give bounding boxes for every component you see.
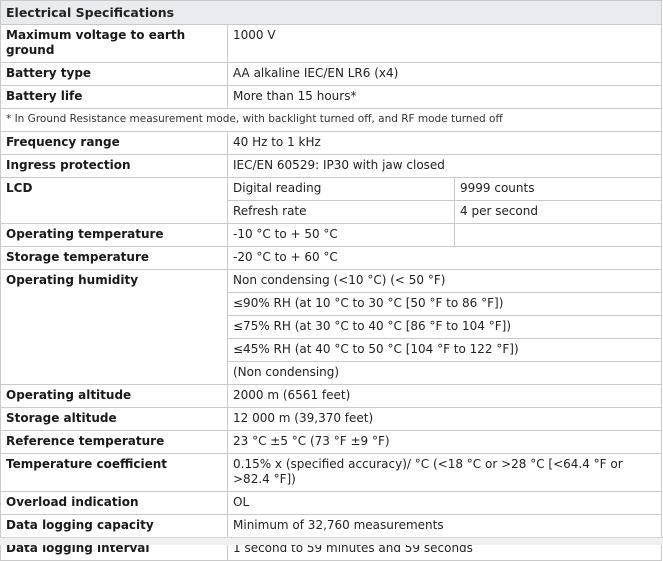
- table-row: Storage altitude 12 000 m (39,370 feet): [0, 407, 663, 431]
- table-row: Ingress protection IEC/EN 60529: IP30 wi…: [0, 154, 663, 178]
- table-header-row: Electrical Specifications: [0, 0, 663, 25]
- humidity-value: ≤45% RH (at 40 °C to 50 °C [104 °F to 12…: [226, 338, 663, 362]
- battery-footnote: * In Ground Resistance measurement mode,…: [0, 108, 663, 132]
- table-row: Frequency range 40 Hz to 1 kHz: [0, 131, 663, 155]
- table-row: Reference temperature 23 °C ±5 °C (73 °F…: [0, 430, 663, 454]
- row-label: Operating altitude: [0, 384, 228, 408]
- row-value: 2000 m (6561 feet): [226, 384, 663, 408]
- table-row: Temperature coefficient 0.15% x (specifi…: [0, 453, 663, 492]
- table-row: Storage temperature -20 °C to + 60 °C: [0, 246, 663, 270]
- row-label: Operating humidity: [0, 269, 228, 385]
- row-value: 40 Hz to 1 kHz: [226, 131, 663, 155]
- table-row: Battery life More than 15 hours*: [0, 85, 663, 109]
- electrical-specifications-table: Electrical Specifications Maximum voltag…: [0, 0, 663, 561]
- row-value: Minimum of 32,760 measurements: [226, 514, 663, 538]
- row-label: Ingress protection: [0, 154, 228, 178]
- empty-cell: [453, 223, 663, 247]
- row-value: OL: [226, 491, 663, 515]
- row-value: -10 °C to + 50 °C: [227, 223, 455, 247]
- humidity-value: ≤75% RH (at 30 °C to 40 °C [86 °F to 104…: [226, 315, 663, 339]
- table-row: Data logging capacity Minimum of 32,760 …: [0, 514, 663, 538]
- table-row: Battery type AA alkaline IEC/EN LR6 (x4): [0, 62, 663, 86]
- row-label: LCD: [0, 177, 228, 224]
- table-row: Maximum voltage to earth ground 1000 V: [0, 24, 663, 63]
- row-value: AA alkaline IEC/EN LR6 (x4): [226, 62, 663, 86]
- footnote-row: * In Ground Resistance measurement mode,…: [0, 108, 663, 132]
- row-value: -20 °C to + 60 °C: [226, 246, 663, 270]
- table-row: Overload indication OL: [0, 491, 663, 515]
- row-label: Storage temperature: [0, 246, 228, 270]
- row-label: Data logging capacity: [0, 514, 228, 538]
- row-label: Battery life: [0, 85, 228, 109]
- lcd-subitem-value: 9999 counts: [453, 177, 663, 201]
- table-row: Operating temperature -10 °C to + 50 °C: [0, 223, 663, 247]
- row-label: Reference temperature: [0, 430, 228, 454]
- row-value: 0.15% x (specified accuracy)/ °C (<18 °C…: [226, 453, 663, 492]
- humidity-value: ≤90% RH (at 10 °C to 30 °C [50 °F to 86 …: [226, 292, 663, 316]
- lcd-subitem-name: Digital reading: [227, 177, 455, 201]
- row-label: Storage altitude: [0, 407, 228, 431]
- table-row: LCD Digital reading 9999 counts: [0, 177, 663, 224]
- row-value: 23 °C ±5 °C (73 °F ±9 °F): [226, 430, 663, 454]
- table-row: Operating altitude 2000 m (6561 feet): [0, 384, 663, 408]
- row-value: More than 15 hours*: [226, 85, 663, 109]
- row-label: Battery type: [0, 62, 228, 86]
- row-label: Operating temperature: [0, 223, 228, 247]
- row-label: Frequency range: [0, 131, 228, 155]
- table-title: Electrical Specifications: [0, 0, 663, 25]
- humidity-value: (Non condensing): [226, 361, 663, 385]
- row-value: IEC/EN 60529: IP30 with jaw closed: [226, 154, 663, 178]
- row-label: Overload indication: [0, 491, 228, 515]
- row-value: 12 000 m (39,370 feet): [226, 407, 663, 431]
- row-label: Maximum voltage to earth ground: [0, 24, 228, 63]
- humidity-value: Non condensing (<10 °C) (< 50 °F): [226, 269, 663, 293]
- lcd-subitem-name: Refresh rate: [227, 200, 455, 224]
- table-row: Operating humidity Non condensing (<10 °…: [0, 269, 663, 385]
- row-value: 1000 V: [226, 24, 663, 63]
- lcd-subitem-value: 4 per second: [453, 200, 663, 224]
- row-label: Temperature coefficient: [0, 453, 228, 492]
